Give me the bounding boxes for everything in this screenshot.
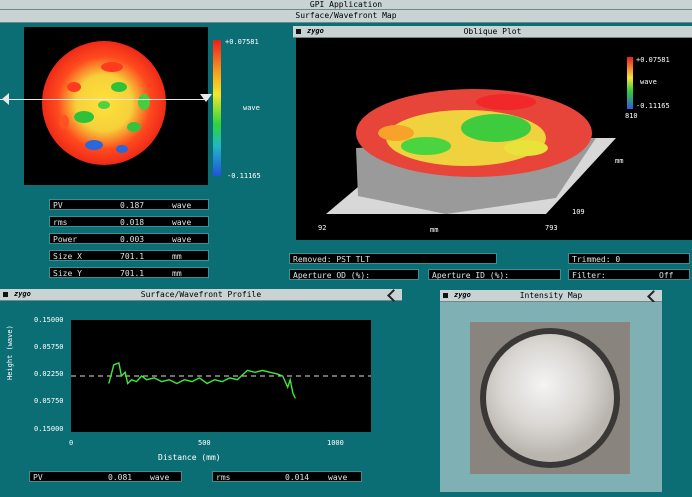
profile-chart-svg: [71, 361, 371, 399]
map-colorbar: [213, 40, 221, 176]
aperture-od-field[interactable]: Aperture OD (%):: [289, 269, 419, 280]
oblique-title-bar: zygo Oblique Plot: [293, 26, 692, 38]
surface-map-svg: [42, 41, 166, 165]
profile-rms-unit: wave: [328, 473, 348, 482]
stat-value: 0.003: [120, 235, 145, 244]
profile-rms-label: rms: [216, 473, 231, 482]
profile-xtick-2: 1000: [327, 439, 344, 447]
stat-value: 0.187: [120, 201, 145, 210]
stat-value: 701.1: [120, 269, 145, 278]
oblique-colorbar-max: +0.07581: [636, 56, 670, 64]
stat-label: rms: [53, 218, 68, 227]
profile-ytick-3: 0.05750: [34, 397, 64, 405]
profile-pv-field: PV 0.081 wave: [29, 471, 182, 482]
profile-title: Surface/Wavefront Profile: [140, 290, 262, 299]
profile-ytick-2: 0.02250: [34, 370, 64, 378]
oblique-colorbar: [627, 57, 633, 109]
oblique-colorbar-unit: wave: [640, 78, 657, 86]
profile-series-line-0: [108, 361, 296, 399]
profile-pv-label: PV: [33, 473, 43, 482]
oblique-y-start: 109: [572, 208, 585, 216]
oblique-title: Oblique Plot: [463, 27, 522, 36]
profile-ylabel-text: Height (wave): [6, 325, 14, 380]
stat-unit: wave: [172, 218, 192, 227]
profile-ytick-1: 0.05750: [34, 343, 64, 351]
profile-pv-unit: wave: [150, 473, 170, 482]
trimmed-field: Trimmed: 0: [568, 253, 690, 264]
stat-unit: wave: [172, 235, 192, 244]
filter-field[interactable]: Filter: Off: [568, 269, 690, 280]
profile-ytick-0: 0.15000: [34, 316, 64, 324]
aperture-id-field[interactable]: Aperture ID (%):: [428, 269, 561, 280]
intensity-title: Intensity Map: [519, 291, 583, 300]
profile-ylabel: Height (wave): [6, 325, 14, 380]
oblique-x-start: 92: [318, 224, 327, 232]
filter-value: Off: [659, 271, 674, 280]
stat-pv: PV 0.187 wave: [49, 199, 209, 210]
oblique-x-unit: mm: [430, 226, 439, 234]
intensity-image[interactable]: [470, 322, 630, 474]
intensity-disk: [486, 334, 614, 462]
app-title: GPI Application: [309, 0, 383, 9]
removed-text: Removed: PST TLT: [293, 255, 371, 264]
cut-left-handle-icon[interactable]: [2, 93, 9, 105]
stat-value: 0.018: [120, 218, 145, 227]
trimmed-text: Trimmed: 0: [572, 255, 621, 264]
stat-label: Size Y: [53, 269, 82, 278]
profile-ytick-4: 0.15000: [34, 425, 64, 433]
stat-unit: wave: [172, 201, 192, 210]
aperture-od-label: Aperture OD (%):: [293, 271, 371, 280]
map-colorbar-max: +0.07581: [225, 38, 259, 46]
stat-unit: mm: [172, 252, 182, 261]
surface-map-title-bar: Surface/Wavefront Map: [0, 10, 692, 23]
map-colorbar-min: -0.11165: [227, 172, 261, 180]
stat-size-y: Size Y 701.1 mm: [49, 267, 209, 278]
profile-rms-field: rms 0.014 wave: [212, 471, 362, 482]
intensity-title-bar: zygo Intensity Map: [440, 290, 662, 303]
oblique-x-end: 793: [545, 224, 558, 232]
oblique-colorbar-min: -0.11165: [636, 102, 670, 110]
surface-map-view[interactable]: [24, 27, 208, 185]
intensity-svg: [480, 328, 620, 468]
window-title-bar: GPI Application: [0, 0, 692, 10]
removed-field: Removed: PST TLT: [289, 253, 497, 264]
map-colorbar-unit: wave: [243, 104, 260, 112]
oblique-y-unit: mm: [615, 157, 624, 165]
filter-label: Filter:: [572, 271, 606, 280]
stat-label: Power: [53, 235, 78, 244]
stat-rms: rms 0.018 wave: [49, 216, 209, 227]
aperture-id-label: Aperture ID (%):: [432, 271, 510, 280]
stat-power: Power 0.003 wave: [49, 233, 209, 244]
stat-unit: mm: [172, 269, 182, 278]
surface-map-title: Surface/Wavefront Map: [295, 11, 397, 20]
oblique-z-tick: 810: [625, 112, 638, 120]
profile-cut-line[interactable]: [0, 99, 208, 100]
cut-right-handle-icon[interactable]: [200, 94, 212, 102]
profile-xlabel: Distance (mm): [158, 453, 221, 462]
profile-pv-value: 0.081: [108, 473, 133, 482]
stat-label: Size X: [53, 252, 82, 261]
profile-xtick-1: 500: [198, 439, 211, 447]
stat-label: PV: [53, 201, 63, 210]
stat-size-x: Size X 701.1 mm: [49, 250, 209, 261]
profile-title-bar: zygo Surface/Wavefront Profile: [0, 289, 402, 302]
profile-plot-area[interactable]: [71, 320, 371, 432]
stat-value: 701.1: [120, 252, 145, 261]
profile-rms-value: 0.014: [285, 473, 310, 482]
profile-xtick-0: 0: [69, 439, 74, 447]
